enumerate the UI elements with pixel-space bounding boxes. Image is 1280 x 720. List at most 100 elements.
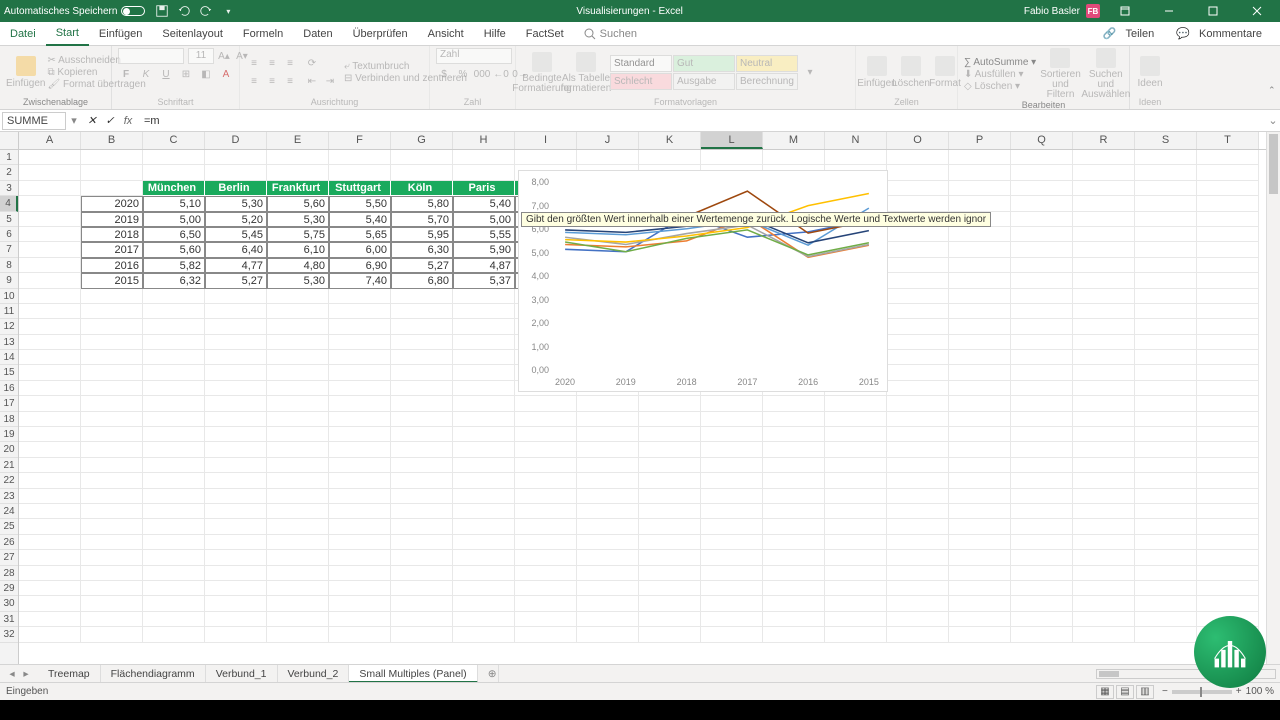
view-normal-icon[interactable]: ▦ (1096, 685, 1114, 699)
cell-P28[interactable] (949, 566, 1011, 581)
cell-N21[interactable] (825, 458, 887, 473)
cell-O3[interactable] (887, 181, 949, 196)
cell-H28[interactable] (453, 566, 515, 581)
cell-S18[interactable] (1135, 412, 1197, 427)
cell-E22[interactable] (267, 473, 329, 488)
cell-F3[interactable]: Stuttgart (329, 181, 391, 196)
cell-N31[interactable] (825, 612, 887, 627)
cell-O16[interactable] (887, 381, 949, 396)
col-header-K[interactable]: K (639, 132, 701, 149)
cell-P2[interactable] (949, 165, 1011, 180)
cell-E7[interactable]: 6,10 (267, 242, 329, 257)
cell-O2[interactable] (887, 165, 949, 180)
cell-M26[interactable] (763, 535, 825, 550)
cell-K1[interactable] (639, 150, 701, 165)
cell-H30[interactable] (453, 596, 515, 611)
cell-E10[interactable] (267, 289, 329, 304)
cell-G13[interactable] (391, 335, 453, 350)
sheet-tab-1[interactable]: Flächendiagramm (101, 665, 206, 683)
cell-F7[interactable]: 6,00 (329, 242, 391, 257)
cell-O23[interactable] (887, 489, 949, 504)
row-header-25[interactable]: 25 (0, 519, 18, 534)
cell-F29[interactable] (329, 581, 391, 596)
cell-T8[interactable] (1197, 258, 1259, 273)
cell-O17[interactable] (887, 396, 949, 411)
cell-G19[interactable] (391, 427, 453, 442)
cell-H4[interactable]: 5,40 (453, 196, 515, 211)
cell-Q9[interactable] (1011, 273, 1073, 288)
cell-H18[interactable] (453, 412, 515, 427)
cell-N17[interactable] (825, 396, 887, 411)
cell-A10[interactable] (19, 289, 81, 304)
cell-A23[interactable] (19, 489, 81, 504)
cell-O4[interactable] (887, 196, 949, 211)
cell-H32[interactable] (453, 627, 515, 642)
cell-T23[interactable] (1197, 489, 1259, 504)
cell-G32[interactable] (391, 627, 453, 642)
style-standard[interactable]: Standard (610, 55, 672, 72)
cell-J27[interactable] (577, 550, 639, 565)
cell-P8[interactable] (949, 258, 1011, 273)
col-header-J[interactable]: J (577, 132, 639, 149)
cell-E25[interactable] (267, 519, 329, 534)
cell-D11[interactable] (205, 304, 267, 319)
cell-N1[interactable] (825, 150, 887, 165)
cell-K25[interactable] (639, 519, 701, 534)
cell-I22[interactable] (515, 473, 577, 488)
cell-L19[interactable] (701, 427, 763, 442)
cell-N20[interactable] (825, 442, 887, 457)
cell-R31[interactable] (1073, 612, 1135, 627)
cell-G25[interactable] (391, 519, 453, 534)
cell-J32[interactable] (577, 627, 639, 642)
cell-R6[interactable] (1073, 227, 1135, 242)
cell-Q29[interactable] (1011, 581, 1073, 596)
cell-Q13[interactable] (1011, 335, 1073, 350)
cell-C32[interactable] (143, 627, 205, 642)
cell-A5[interactable] (19, 212, 81, 227)
cell-H19[interactable] (453, 427, 515, 442)
cell-A32[interactable] (19, 627, 81, 642)
cell-T16[interactable] (1197, 381, 1259, 396)
cell-C17[interactable] (143, 396, 205, 411)
row-header-7[interactable]: 7 (0, 242, 18, 257)
cell-C14[interactable] (143, 350, 205, 365)
cell-G9[interactable]: 6,80 (391, 273, 453, 288)
cell-M22[interactable] (763, 473, 825, 488)
cell-M27[interactable] (763, 550, 825, 565)
align-bottom-icon[interactable]: ≡ (282, 56, 298, 72)
cell-F28[interactable] (329, 566, 391, 581)
cell-R19[interactable] (1073, 427, 1135, 442)
cell-B4[interactable]: 2020 (81, 196, 143, 211)
cell-O18[interactable] (887, 412, 949, 427)
tab-view[interactable]: Ansicht (418, 22, 474, 46)
cell-Q25[interactable] (1011, 519, 1073, 534)
cell-B22[interactable] (81, 473, 143, 488)
cell-I24[interactable] (515, 504, 577, 519)
cell-R7[interactable] (1073, 242, 1135, 257)
cell-S6[interactable] (1135, 227, 1197, 242)
cell-N26[interactable] (825, 535, 887, 550)
cell-M23[interactable] (763, 489, 825, 504)
name-box[interactable]: SUMME (2, 112, 66, 130)
cell-C27[interactable] (143, 550, 205, 565)
save-icon[interactable] (155, 4, 169, 18)
cell-S14[interactable] (1135, 350, 1197, 365)
confirm-icon[interactable]: ✓ (104, 114, 116, 127)
cell-T10[interactable] (1197, 289, 1259, 304)
cell-P15[interactable] (949, 365, 1011, 380)
cell-B13[interactable] (81, 335, 143, 350)
sheet-tab-4[interactable]: Small Multiples (Panel) (349, 665, 477, 683)
tab-file[interactable]: Datei (0, 22, 46, 46)
cell-C12[interactable] (143, 319, 205, 334)
align-top-icon[interactable]: ≡ (246, 56, 262, 72)
row-header-16[interactable]: 16 (0, 381, 18, 396)
cell-O7[interactable] (887, 242, 949, 257)
cell-C22[interactable] (143, 473, 205, 488)
cell-N29[interactable] (825, 581, 887, 596)
tab-review[interactable]: Überprüfen (343, 22, 418, 46)
cell-L25[interactable] (701, 519, 763, 534)
cell-E1[interactable] (267, 150, 329, 165)
vertical-scrollbar[interactable] (1266, 132, 1280, 664)
cell-P29[interactable] (949, 581, 1011, 596)
style-ausgabe[interactable]: Ausgabe (673, 73, 735, 90)
